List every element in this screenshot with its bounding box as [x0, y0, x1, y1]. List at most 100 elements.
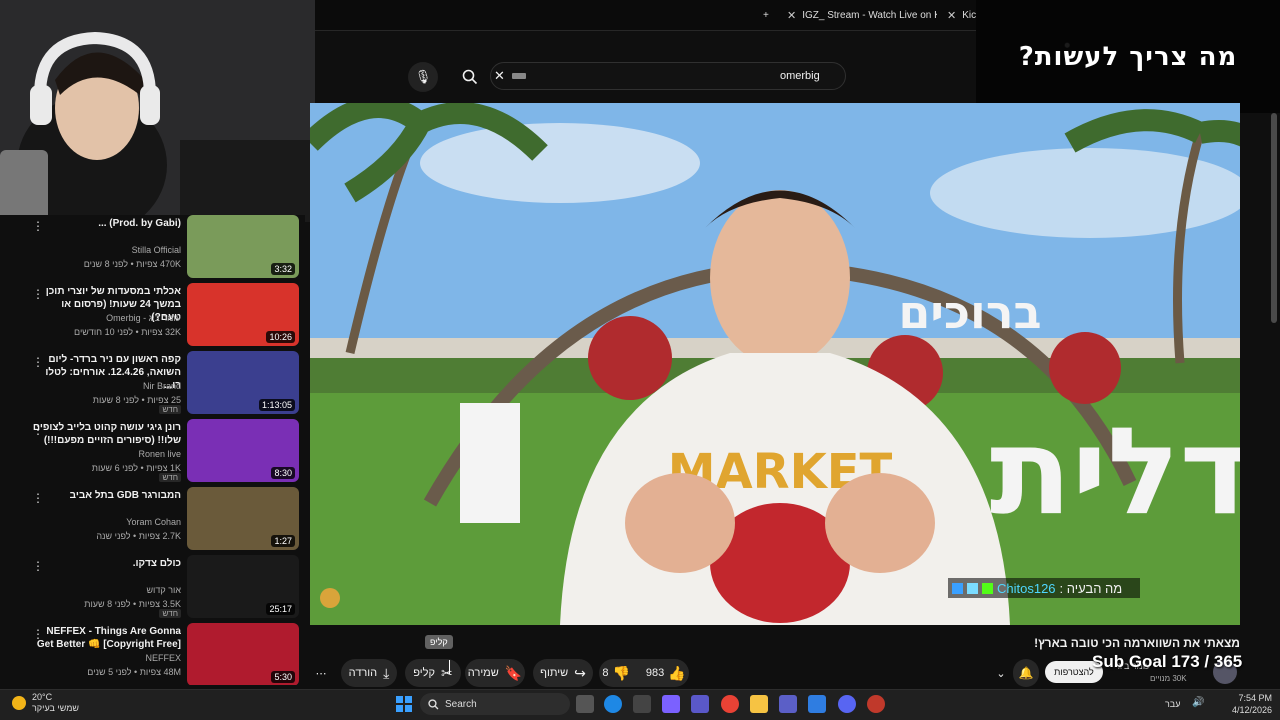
notification-bell-button[interactable]: 🔔: [1013, 659, 1039, 687]
channel-name[interactable]: Nir Brand: [143, 381, 181, 391]
close-tab-icon[interactable]: ✕: [947, 9, 956, 22]
app-icon[interactable]: [691, 695, 709, 713]
video-meta: 1K צפיות • לפני 6 שעות: [91, 463, 181, 473]
edge-icon[interactable]: [604, 695, 622, 713]
chevron-down-icon: ⌄: [996, 667, 1006, 680]
list-item[interactable]: ⋮ המבורגר GDB בתל אביב Yoram Cohan 2.7K צפי…: [0, 487, 305, 551]
video-meta: 2.7K צפיות • לפני שנה: [96, 531, 181, 541]
channel-name[interactable]: Ronen live: [138, 449, 181, 459]
file-explorer-icon[interactable]: [750, 695, 768, 713]
teams-icon[interactable]: [779, 695, 797, 713]
clip-tooltip: קליפ: [425, 635, 453, 649]
input-language[interactable]: עבר: [1165, 699, 1180, 709]
list-item[interactable]: ⋮ קפה ראשון עם ניר ברדר- ליום השואה, 12.4…: [0, 351, 305, 415]
channel-name[interactable]: עומר ביג - Omerbig: [106, 313, 181, 323]
duration-badge: 5:30: [271, 671, 295, 683]
save-button[interactable]: שמירה 🔖: [465, 659, 525, 687]
download-button[interactable]: הורדה ⤓: [341, 659, 397, 687]
channel-name[interactable]: Stilla Official: [132, 245, 181, 255]
search-button[interactable]: [456, 63, 484, 91]
page-scrollbar[interactable]: [1271, 113, 1277, 323]
duration-badge: 10:26: [266, 331, 295, 343]
duration-badge: 1:13:05: [258, 399, 295, 411]
list-item[interactable]: ⋮ (Prod. by Gabi) ... Stilla Official 470K …: [0, 215, 305, 279]
channel-name[interactable]: NEFFEX: [145, 653, 181, 663]
video-frame: ברוכים דלית MARKET: [310, 103, 1240, 625]
discord-icon[interactable]: [838, 695, 856, 713]
video-thumbnail[interactable]: 3:32: [187, 215, 299, 278]
app-icon[interactable]: [808, 695, 826, 713]
volume-icon[interactable]: 🔊: [1192, 697, 1204, 708]
keyboard-icon[interactable]: [512, 73, 526, 79]
badge-icon: [952, 582, 963, 594]
channel-name[interactable]: Yoram Cohan: [126, 517, 181, 527]
like-count[interactable]: 983: [646, 667, 664, 679]
video-title[interactable]: המבורגר GDB בתל אביב: [31, 489, 181, 502]
video-title[interactable]: כולם צדקו.: [31, 557, 181, 570]
chat-username: Chitos126: [997, 580, 1056, 596]
video-title[interactable]: NEFFEX - Things Are Gonna Get Better 👊 […: [31, 625, 181, 651]
sign-text-city: דלית: [990, 403, 1240, 542]
sub-goal-overlay: Sub Goal 173 / 365: [1092, 652, 1243, 671]
video-thumbnail[interactable]: 5:30: [187, 623, 299, 685]
video-thumbnail[interactable]: 8:30: [187, 419, 299, 482]
thumbs-down-icon[interactable]: 👎: [612, 666, 629, 680]
windows-start-icon[interactable]: [396, 696, 412, 712]
taskbar-search[interactable]: Search: [420, 693, 570, 715]
streamer-image: [0, 0, 315, 222]
video-meta: 470K צפיות • לפני 8 שנים: [83, 259, 181, 269]
list-item[interactable]: ⋮ אכלתי במסעדות של יוצרי תוכן במשך 24 שעו…: [0, 283, 305, 347]
video-thumbnail[interactable]: 10:26: [187, 283, 299, 346]
task-view-icon[interactable]: [576, 695, 594, 713]
video-thumbnail[interactable]: 1:13:05: [187, 351, 299, 414]
list-item[interactable]: ⋮ רונן גיגי עושה קהוט בלייב לצופים שלו!! …: [0, 419, 305, 483]
mouse-cursor: [449, 660, 457, 674]
new-tab-button[interactable]: +: [763, 6, 769, 24]
share-button[interactable]: שיתוף ↪: [533, 659, 593, 687]
weather-temp: 20°C: [32, 692, 53, 702]
search-query-text: omerbig: [780, 70, 820, 82]
download-icon: ⤓: [383, 665, 390, 681]
bookmark-icon: 🔖: [504, 665, 523, 681]
channel-name[interactable]: אור קדוש: [146, 585, 181, 595]
video-title[interactable]: (Prod. by Gabi) ...: [31, 217, 181, 230]
list-item[interactable]: ⋮ כולם צדקו. אור קדוש 3.5K צפיות • לפני 8 ש…: [0, 555, 305, 619]
store-icon[interactable]: [633, 695, 651, 713]
taskbar-clock[interactable]: 7:54 PM 4/12/2026: [1232, 692, 1272, 716]
browser-tab-strip: + ✕ IGZ_ Stream - Watch Live on Ki ✕ Kic…: [315, 0, 981, 30]
thumbs-up-icon[interactable]: 👍: [668, 666, 685, 680]
chrome-icon[interactable]: [721, 695, 739, 713]
sun-icon: [12, 696, 26, 710]
sign-text-welcome: ברוכים: [898, 285, 1041, 339]
video-player[interactable]: ברוכים דלית MARKET: [310, 103, 1240, 625]
expand-chevron[interactable]: ⌄: [991, 659, 1011, 687]
obs-icon[interactable]: [867, 695, 885, 713]
channel-subscribers: 30K מנויים: [1150, 674, 1187, 683]
tab-igz-stream[interactable]: ✕ IGZ_ Stream - Watch Live on Ki: [787, 6, 937, 24]
voice-search-button[interactable]: 🎙: [408, 62, 438, 92]
video-thumbnail[interactable]: 25:17: [187, 555, 299, 618]
webcam-feed: [0, 0, 315, 222]
dislike-count[interactable]: 8: [602, 667, 608, 679]
duration-badge: 3:32: [271, 263, 295, 275]
more-actions-button[interactable]: ⋯: [310, 659, 332, 687]
video-actions-bar: ⋯ הורדה ⤓ קליפ ✂ שמירה 🔖 שיתוף ↪ 8 👎 983…: [305, 655, 1039, 689]
search-icon: [428, 698, 439, 709]
badge-icon: [967, 582, 978, 594]
badge-icon: [982, 582, 993, 594]
share-icon: ↪: [574, 665, 586, 681]
video-thumbnail[interactable]: 1:27: [187, 487, 299, 550]
chat-text: מה הבעיה :: [1059, 580, 1123, 596]
close-tab-icon[interactable]: ✕: [787, 9, 796, 22]
weather-widget[interactable]: 20°C שמשי בעיקר: [12, 692, 79, 714]
video-title: מצאתי את השווארמה הכי טובה בארץ!: [1034, 636, 1240, 650]
video-meta: 32K צפיות • לפני 10 חודשים: [74, 327, 181, 337]
stream-overlay-title: מה צריך לעשות?: [976, 0, 1280, 113]
bell-icon: 🔔: [1018, 666, 1034, 680]
like-dislike-group: 8 👎 983 👍: [599, 659, 689, 687]
copilot-icon[interactable]: [662, 695, 680, 713]
list-item[interactable]: ⋮ NEFFEX - Things Are Gonna Get Better 👊 …: [0, 623, 305, 685]
chat-message: Chitos126 מה הבעיה :: [948, 578, 1140, 598]
clear-search-icon[interactable]: ✕: [494, 68, 505, 84]
video-title[interactable]: רונן גיגי עושה קהוט בלייב לצופים שלו!! (…: [31, 421, 181, 447]
